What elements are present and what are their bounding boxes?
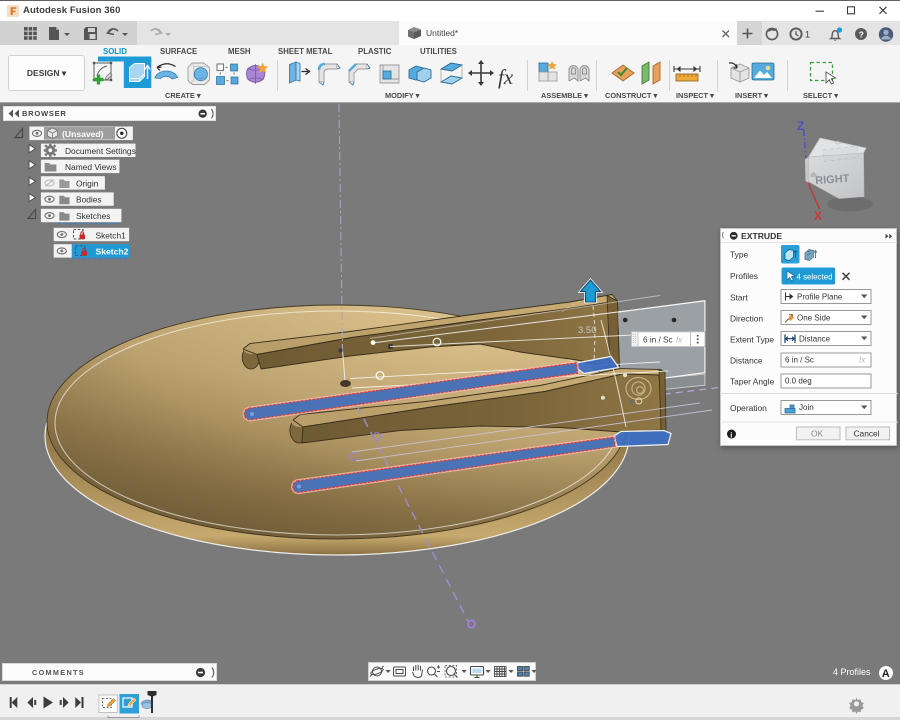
svg-text:Extent Type: Extent Type — [730, 335, 774, 345]
svg-text:Sketch1: Sketch1 — [96, 230, 127, 240]
svg-text:fx: fx — [859, 356, 866, 365]
svg-text:Type: Type — [730, 250, 748, 260]
svg-text:Distance: Distance — [730, 356, 763, 366]
svg-text:4 selected: 4 selected — [797, 272, 833, 281]
svg-text:6 in / Sc: 6 in / Sc — [785, 356, 814, 365]
svg-text:Operation: Operation — [730, 403, 767, 413]
svg-text:Named Views: Named Views — [65, 162, 117, 172]
svg-text:Distance: Distance — [799, 335, 831, 344]
svg-text:Taper Angle: Taper Angle — [730, 377, 775, 387]
svg-text:Profiles: Profiles — [730, 271, 758, 281]
svg-text:Direction: Direction — [730, 314, 763, 324]
svg-text:Start: Start — [730, 293, 748, 303]
svg-text:i: i — [730, 430, 732, 439]
svg-text:Join: Join — [799, 403, 814, 412]
svg-text:One Side: One Side — [797, 314, 831, 323]
svg-text:Origin: Origin — [76, 178, 99, 188]
svg-text:0.0 deg: 0.0 deg — [785, 377, 812, 386]
svg-text:fx: fx — [676, 335, 683, 344]
svg-text:Profile Plane: Profile Plane — [797, 293, 843, 302]
svg-text:Document Settings: Document Settings — [65, 146, 136, 156]
svg-text:X: X — [814, 209, 822, 223]
svg-text:A: A — [882, 668, 890, 680]
svg-text:(Unsaved): (Unsaved) — [62, 129, 104, 139]
svg-text:1: 1 — [805, 30, 810, 40]
svg-text:Sketch2: Sketch2 — [96, 247, 129, 257]
svg-text:RIGHT: RIGHT — [815, 173, 850, 187]
svg-text:?: ? — [859, 29, 864, 39]
svg-text:EXTRUDE: EXTRUDE — [741, 231, 782, 241]
svg-text:Sketches: Sketches — [76, 211, 110, 221]
svg-text:OK: OK — [811, 428, 824, 438]
svg-text:fx: fx — [498, 65, 514, 89]
svg-text:Cancel: Cancel — [854, 428, 880, 438]
svg-text:6 in / Sc: 6 in / Sc — [643, 336, 673, 345]
svg-text:Bodies: Bodies — [76, 195, 102, 205]
svg-text:3.50: 3.50 — [578, 325, 597, 336]
svg-text:Z: Z — [797, 119, 804, 133]
